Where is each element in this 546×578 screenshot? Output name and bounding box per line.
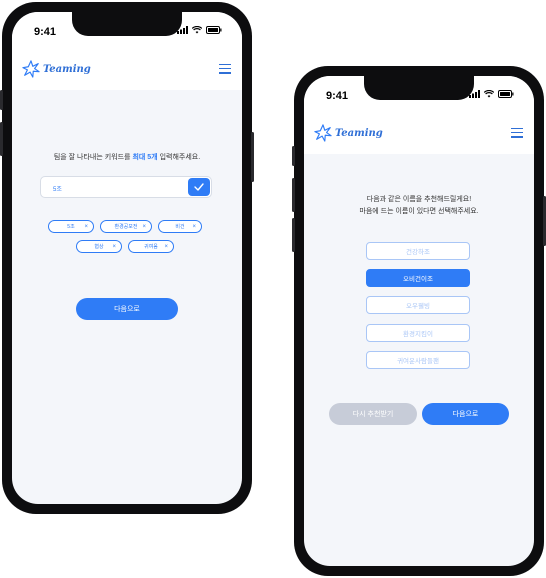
- name-option-selected[interactable]: 오비건이조: [366, 269, 470, 287]
- app-logo[interactable]: Teaming: [314, 124, 383, 142]
- retry-recommend-button[interactable]: 다시 추천받기: [329, 403, 417, 425]
- keyword-input[interactable]: [53, 181, 173, 195]
- wifi-icon: [192, 26, 202, 34]
- status-time: 9:41: [326, 90, 349, 102]
- notch: [364, 76, 474, 100]
- chip-label: 환경공모전: [114, 224, 138, 230]
- logo-text: Teaming: [335, 127, 383, 139]
- wifi-icon: [484, 90, 494, 98]
- keyword-chip[interactable]: 비건 ×: [158, 220, 202, 233]
- close-icon[interactable]: ×: [142, 224, 146, 230]
- keyword-chip[interactable]: 귀여움 ×: [128, 240, 174, 253]
- keyword-prompt: 팀을 잘 나타내는 키워드를 최대 5개 입력해주세요.: [12, 152, 242, 164]
- sparkle-logo-icon: [22, 60, 40, 78]
- side-button: [292, 146, 295, 166]
- check-icon: [194, 183, 204, 191]
- app-header: Teaming: [304, 112, 534, 154]
- confirm-keyword-button[interactable]: [188, 178, 210, 196]
- prompt-line: 마음에 드는 이름이 있다면 선택해주세요.: [359, 208, 479, 215]
- status-icons: [177, 26, 222, 34]
- battery-icon: [498, 90, 514, 98]
- side-button: [0, 122, 3, 156]
- prompt-line: 다음과 같은 이름을 추천해드릴게요!: [366, 196, 472, 203]
- phone-frame-keywords: 9:41 Teaming 팀을 잘 나타내는 키워드를 최대 5개 입력해주세요…: [0, 2, 254, 514]
- chip-label: 5조: [67, 224, 75, 230]
- prompt-accent: 최대 5개: [132, 154, 158, 161]
- status-time: 9:41: [34, 26, 57, 38]
- phone-frame-name-suggestions: 9:41 Teaming 다음과 같은 이름을 추천해드릴게요! 마음에 드는 …: [292, 66, 546, 576]
- name-option[interactable]: 환경지킴이: [366, 324, 470, 342]
- prompt-text: 팀을 잘 나타내는 키워드를: [53, 154, 133, 161]
- close-icon[interactable]: ×: [164, 244, 168, 250]
- notch: [72, 12, 182, 36]
- logo-text: Teaming: [43, 63, 91, 75]
- keyword-chip[interactable]: 협상 ×: [76, 240, 122, 253]
- suggestion-prompt: 다음과 같은 이름을 추천해드릴게요! 마음에 드는 이름이 있다면 선택해주세…: [304, 194, 534, 218]
- keyword-chip[interactable]: 환경공모전 ×: [100, 220, 152, 233]
- next-button[interactable]: 다음으로: [422, 403, 509, 425]
- name-option[interactable]: 건강하조: [366, 242, 470, 260]
- next-button[interactable]: 다음으로: [76, 298, 178, 320]
- name-option[interactable]: 오우웰빙: [366, 296, 470, 314]
- side-button: [292, 218, 295, 252]
- hamburger-menu-icon[interactable]: [511, 128, 523, 138]
- prompt-text: 입력해주세요.: [157, 154, 201, 161]
- chip-label: 비건: [175, 224, 185, 230]
- screen-name-suggestions: 9:41 Teaming 다음과 같은 이름을 추천해드릴게요! 마음에 드는 …: [304, 76, 534, 566]
- sparkle-logo-icon: [314, 124, 332, 142]
- side-button: [292, 178, 295, 212]
- status-icons: [469, 90, 514, 98]
- close-icon[interactable]: ×: [192, 224, 196, 230]
- chip-label: 협상: [94, 244, 104, 250]
- close-icon[interactable]: ×: [112, 244, 116, 250]
- app-logo[interactable]: Teaming: [22, 60, 91, 78]
- keyword-chip[interactable]: 5조 ×: [48, 220, 94, 233]
- keyword-input-row: [40, 176, 212, 198]
- name-option[interactable]: 귀여운사람들팬: [366, 351, 470, 369]
- close-icon[interactable]: ×: [84, 224, 88, 230]
- screen-keywords: 9:41 Teaming 팀을 잘 나타내는 키워드를 최대 5개 입력해주세요…: [12, 12, 242, 504]
- side-button: [0, 90, 3, 110]
- app-header: Teaming: [12, 48, 242, 90]
- battery-icon: [206, 26, 222, 34]
- hamburger-menu-icon[interactable]: [219, 64, 231, 74]
- chip-label: 귀여움: [144, 244, 158, 250]
- side-button: [251, 132, 254, 182]
